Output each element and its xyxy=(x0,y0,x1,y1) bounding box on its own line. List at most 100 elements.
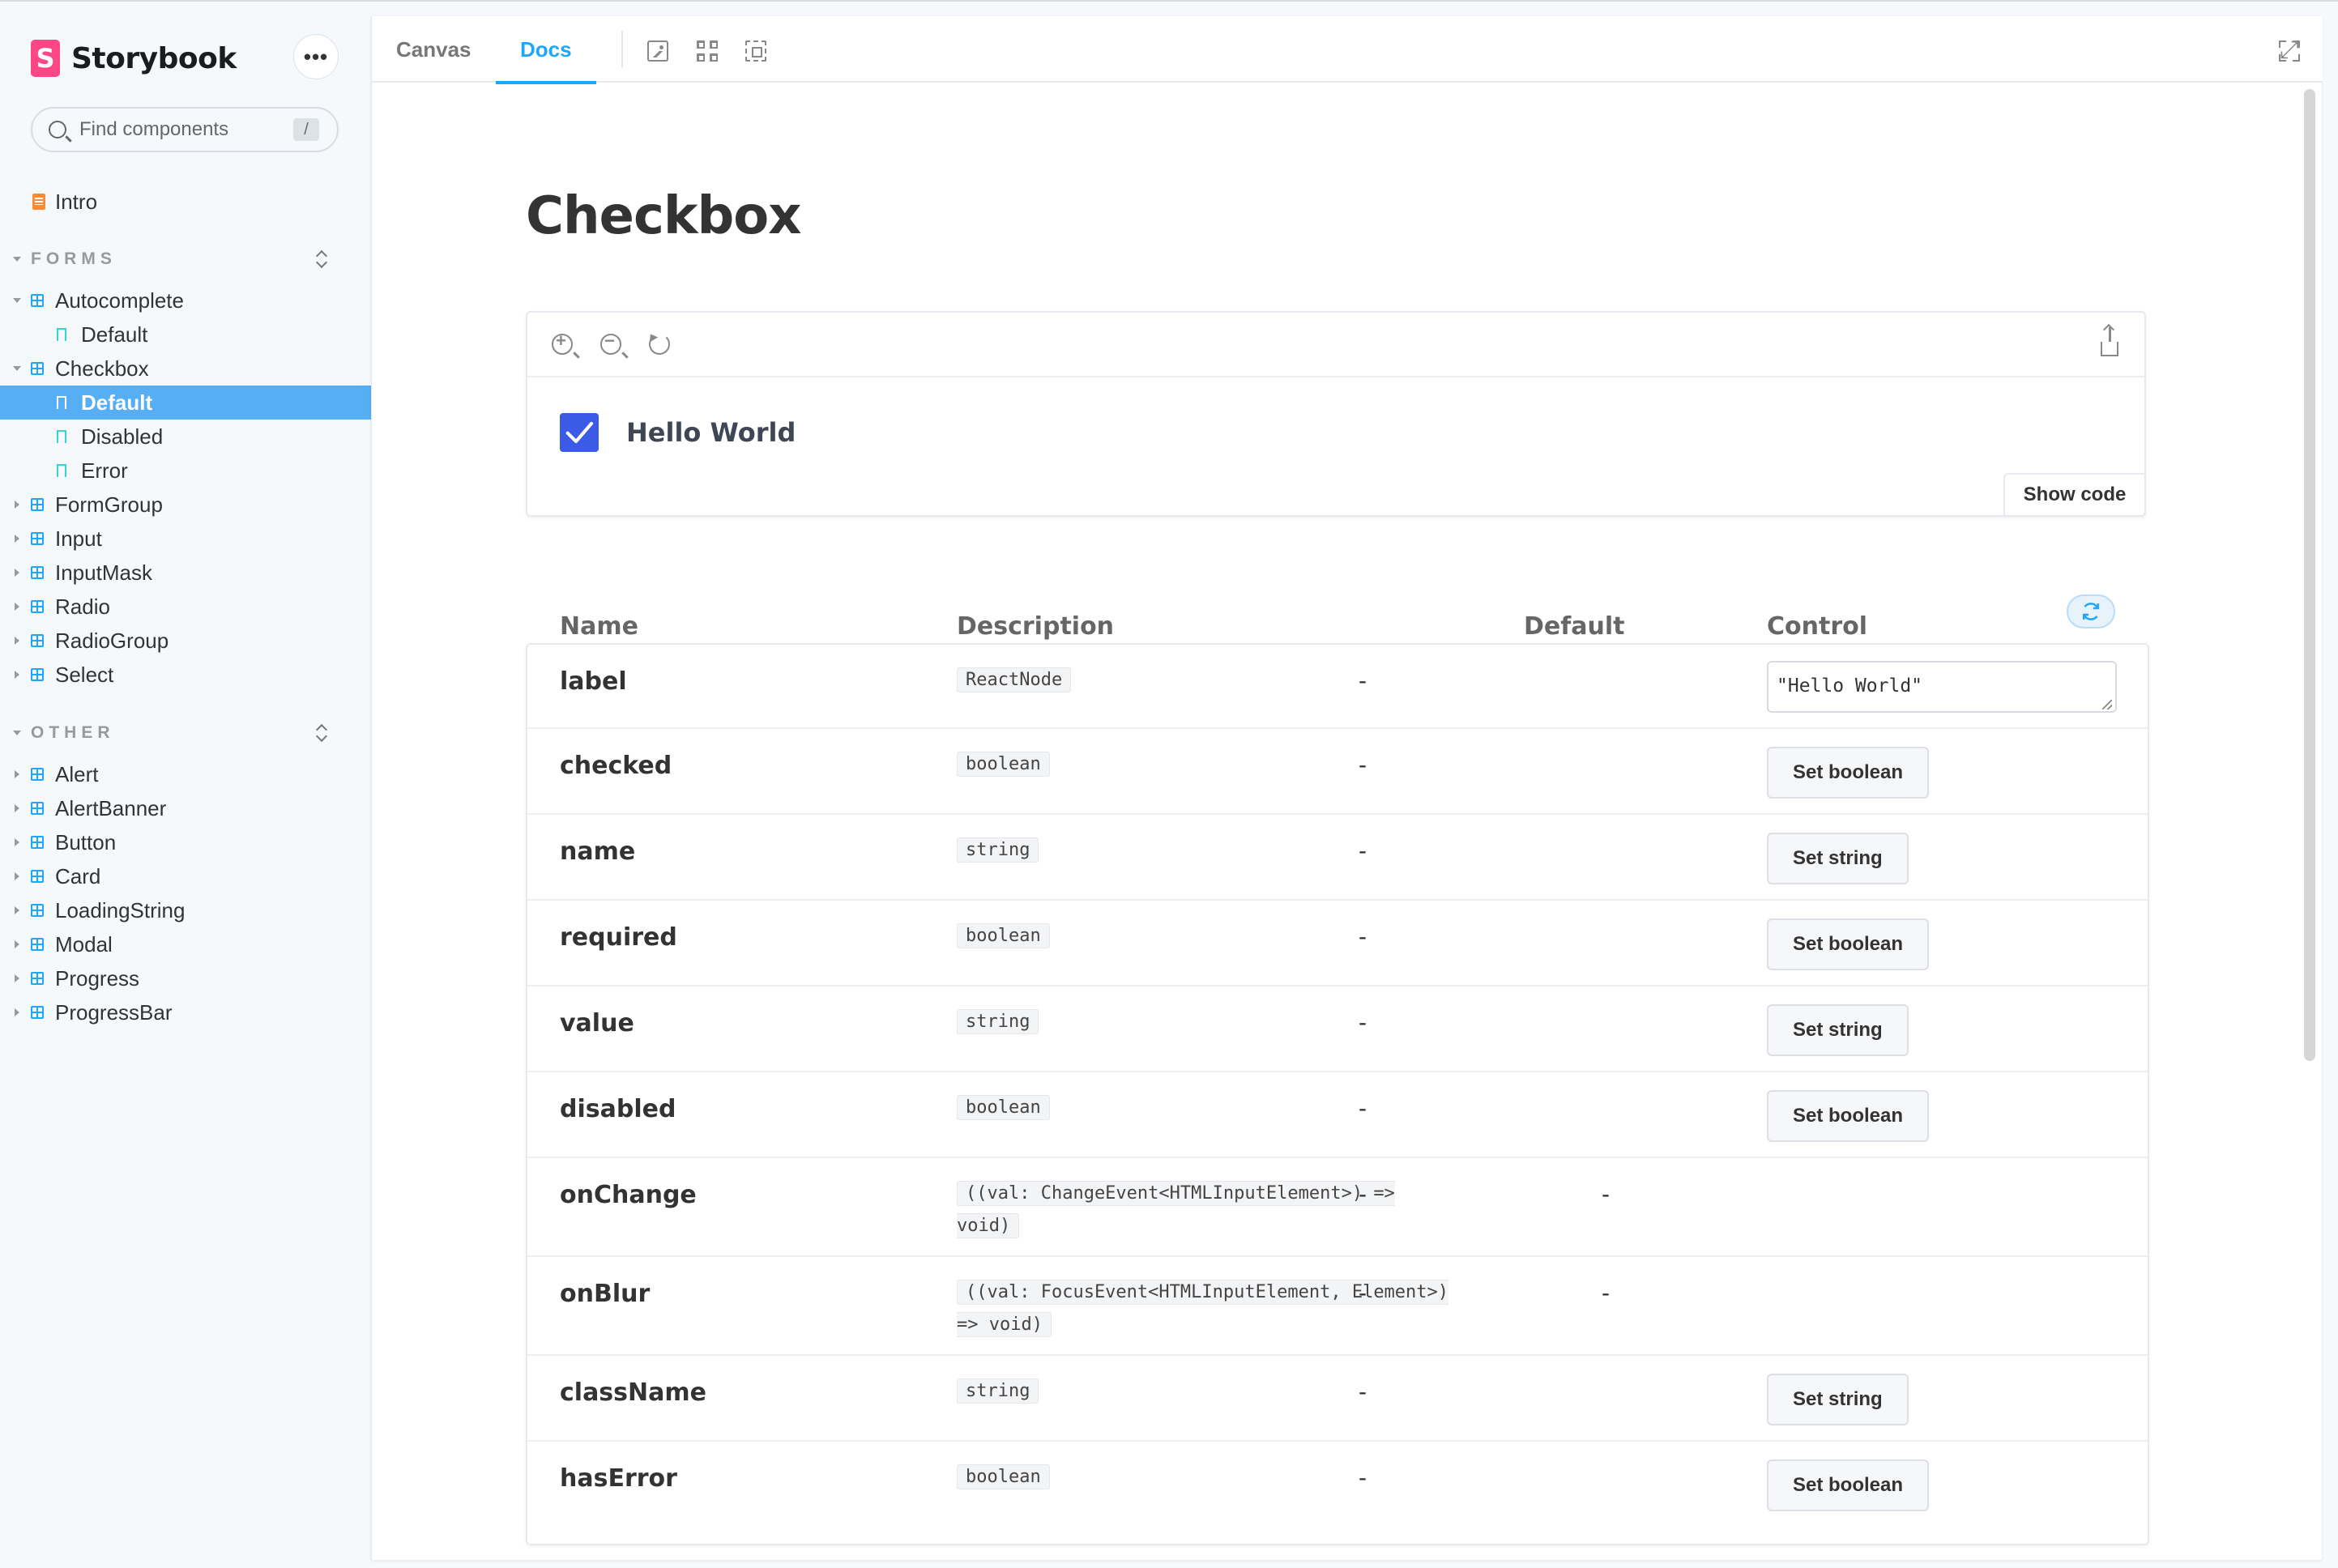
prop-name: label xyxy=(560,667,627,696)
set-haserror-button[interactable]: Set boolean xyxy=(1767,1459,1930,1511)
chevron-down-icon xyxy=(13,298,21,303)
sidebar-item-radiogroup[interactable]: RadioGroup xyxy=(0,624,371,658)
sidebar-item-label: RadioGroup xyxy=(55,628,169,653)
checkbox-component[interactable]: Hello World xyxy=(560,413,796,452)
resize-handle-icon[interactable] xyxy=(2102,700,2112,709)
no-control: - xyxy=(1602,1280,1610,1306)
search-input[interactable] xyxy=(79,118,282,141)
prop-default: - xyxy=(1359,1181,1367,1208)
component-icon xyxy=(31,532,44,545)
group-header-other[interactable]: OTHER xyxy=(0,718,371,748)
more-options-button[interactable]: ••• xyxy=(293,34,339,79)
sidebar-item-alertbanner[interactable]: AlertBanner xyxy=(0,791,371,825)
prop-default: - xyxy=(1359,1095,1367,1122)
storybook-brand[interactable]: S Storybook xyxy=(31,37,237,79)
chevron-right-icon xyxy=(15,671,19,679)
table-row: className string - Set string xyxy=(527,1356,2148,1442)
bookmark-icon xyxy=(57,396,66,414)
grid-icon[interactable] xyxy=(697,40,718,62)
prop-name: value xyxy=(560,1009,634,1038)
share-icon[interactable] xyxy=(2101,327,2118,356)
sidebar-story-label: Default xyxy=(81,322,148,347)
prop-type-badge: string xyxy=(957,1009,1039,1034)
sidebar-item-alert[interactable]: Alert xyxy=(0,757,371,791)
sidebar-item-select[interactable]: Select xyxy=(0,658,371,692)
sidebar-story-checkbox-disabled[interactable]: Disabled xyxy=(0,420,371,454)
background-image-icon[interactable] xyxy=(647,40,668,62)
sidebar-item-autocomplete[interactable]: Autocomplete xyxy=(0,283,371,317)
sidebar-item-label: Button xyxy=(55,829,117,854)
chevron-right-icon xyxy=(15,838,19,846)
set-disabled-button[interactable]: Set boolean xyxy=(1767,1090,1930,1142)
search-icon xyxy=(49,121,66,138)
sidebar-story-autocomplete-default[interactable]: Default xyxy=(0,317,371,352)
prop-type: string xyxy=(957,1006,1039,1038)
expand-collapse-icon[interactable] xyxy=(314,722,329,744)
tab-docs[interactable]: Docs xyxy=(496,16,596,84)
set-checked-button[interactable]: Set boolean xyxy=(1767,747,1930,799)
sidebar-item-input[interactable]: Input xyxy=(0,522,371,556)
table-row: name string - Set string xyxy=(527,815,2148,901)
sidebar-item-label: Alert xyxy=(55,761,99,786)
prop-default: - xyxy=(1359,667,1367,694)
page-title: Checkbox xyxy=(526,186,801,246)
outline-icon[interactable] xyxy=(745,40,766,62)
prop-name: onChange xyxy=(560,1181,697,1209)
sidebar-item-card[interactable]: Card xyxy=(0,859,371,893)
zoom-in-icon[interactable] xyxy=(552,330,573,355)
column-header-name: Name xyxy=(560,612,638,641)
preview-toolbar xyxy=(527,313,2144,377)
prop-name: name xyxy=(560,837,636,866)
chevron-right-icon xyxy=(15,603,19,611)
prop-default: - xyxy=(1359,923,1367,950)
zoom-reset-icon[interactable] xyxy=(649,334,670,355)
sidebar-item-button[interactable]: Button xyxy=(0,825,371,859)
reset-controls-button[interactable] xyxy=(2067,594,2115,628)
set-required-button[interactable]: Set boolean xyxy=(1767,918,1930,970)
tab-canvas[interactable]: Canvas xyxy=(396,16,471,83)
search-box[interactable]: / xyxy=(31,107,339,152)
table-row: label ReactNode - "Hello World" xyxy=(527,645,2148,729)
sidebar-item-progress[interactable]: Progress xyxy=(0,961,371,995)
show-code-button[interactable]: Show code xyxy=(2003,473,2146,517)
sidebar-item-radio[interactable]: Radio xyxy=(0,590,371,624)
chevron-right-icon xyxy=(15,872,19,880)
prop-type: ((val: FocusEvent<HTMLInputElement, Elem… xyxy=(957,1276,1459,1341)
set-value-button[interactable]: Set string xyxy=(1767,1004,1909,1056)
component-icon xyxy=(31,802,44,815)
zoom-out-icon[interactable] xyxy=(600,330,621,355)
set-classname-button[interactable]: Set string xyxy=(1767,1374,1909,1425)
sidebar-item-inputmask[interactable]: InputMask xyxy=(0,556,371,590)
component-icon xyxy=(31,972,44,985)
label-control-textarea[interactable]: "Hello World" xyxy=(1767,661,2117,713)
sidebar-item-checkbox[interactable]: Checkbox xyxy=(0,352,371,386)
prop-default: - xyxy=(1359,1280,1367,1306)
sidebar-item-intro[interactable]: Intro xyxy=(0,185,371,219)
sidebar-item-progressbar[interactable]: ProgressBar xyxy=(0,995,371,1029)
prop-default: - xyxy=(1359,1464,1367,1491)
sidebar-item-label: LoadingString xyxy=(55,897,186,922)
sidebar-item-formgroup[interactable]: FormGroup xyxy=(0,488,371,522)
fullscreen-icon[interactable] xyxy=(2279,36,2300,64)
bookmark-icon xyxy=(57,464,66,482)
sidebar-story-checkbox-error[interactable]: Error xyxy=(0,454,371,488)
sidebar-item-label: Modal xyxy=(55,931,113,957)
prop-type: string xyxy=(957,834,1039,867)
set-name-button[interactable]: Set string xyxy=(1767,833,1909,884)
chevron-down-icon xyxy=(13,366,21,371)
sidebar-item-modal[interactable]: Modal xyxy=(0,927,371,961)
sidebar-story-label: Disabled xyxy=(81,424,164,449)
prop-type-badge: ((val: FocusEvent<HTMLInputElement, Elem… xyxy=(957,1280,1449,1337)
sidebar-item-loadingstring[interactable]: LoadingString xyxy=(0,893,371,927)
sidebar-story-checkbox-default[interactable]: Default xyxy=(0,386,371,420)
scrollbar[interactable] xyxy=(2304,89,2315,1061)
prop-type: boolean xyxy=(957,748,1050,781)
checkbox-checked-icon[interactable] xyxy=(560,413,599,452)
prop-name: required xyxy=(560,923,677,952)
group-header-forms[interactable]: FORMS xyxy=(0,245,371,274)
sidebar-item-label: Intro xyxy=(55,189,98,214)
checkbox-label: Hello World xyxy=(626,417,796,448)
sidebar-item-label: Autocomplete xyxy=(55,288,184,313)
sidebar-item-label: Card xyxy=(55,863,101,888)
expand-collapse-icon[interactable] xyxy=(314,249,329,270)
